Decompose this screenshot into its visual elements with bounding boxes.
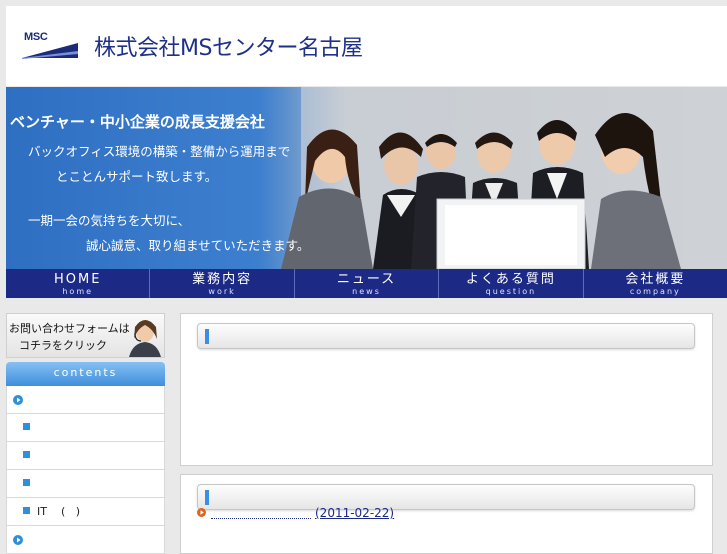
nav-question-sub: question (485, 287, 537, 296)
nav-company-label: 会社概要 (625, 272, 686, 287)
nav-question[interactable]: よくある質問 question (439, 269, 584, 298)
contact-form-banner[interactable]: お問い合わせフォームは コチラをクリック (6, 313, 165, 358)
hero-title: ベンチャー・中小企業の成長支援会社 (10, 113, 265, 131)
nav-work[interactable]: 業務内容 work (150, 269, 295, 298)
title-accent-bar (205, 329, 209, 344)
news-date[interactable]: (2011-02-22) (315, 506, 394, 520)
nav-home-sub: home (62, 287, 94, 296)
sidebar-item-2[interactable] (6, 414, 165, 442)
hero-line-4: 誠心誠意、取り組ませていただきます。 (86, 238, 310, 253)
circle-arrow-icon (197, 508, 206, 517)
nav-work-label: 業務内容 (192, 272, 253, 287)
nav-question-label: よくある質問 (465, 272, 556, 287)
sidebar-item-4[interactable] (6, 470, 165, 498)
nav-company-sub: company (629, 287, 681, 296)
square-bullet-icon (23, 507, 30, 514)
hero-line-3: 一期一会の気持ちを大切に、 (28, 213, 191, 228)
contact-line-2: コチラをクリック (19, 339, 107, 352)
main-panel-top (180, 313, 713, 466)
sidebar-item-label: IT ( ) (37, 505, 81, 518)
hero-banner: ベンチャー・中小企業の成長支援会社 バックオフィス環境の構築・整備から運用まで … (6, 87, 727, 269)
square-bullet-icon (23, 423, 30, 430)
square-bullet-icon (23, 451, 30, 458)
nav-news[interactable]: ニュース news (295, 269, 440, 298)
sidebar: お問い合わせフォームは コチラをクリック contents IT () (6, 313, 165, 554)
site-header: MSC 株式会社MSセンター名古屋 (6, 6, 727, 86)
sidebar-item-3[interactable] (6, 442, 165, 470)
news-panel: (2011-02-22) (180, 474, 713, 554)
nav-home[interactable]: HOME home (6, 269, 151, 298)
news-link[interactable] (211, 507, 311, 519)
operator-headset-icon (129, 320, 161, 357)
section-title-bar (197, 323, 695, 349)
title-accent-bar (205, 490, 209, 505)
square-bullet-icon (23, 479, 30, 486)
company-name: 株式会社MSセンター名古屋 (94, 36, 363, 61)
company-logo[interactable]: MSC (22, 31, 78, 59)
nav-company[interactable]: 会社概要 company (584, 269, 727, 298)
hero-line-1: バックオフィス環境の構築・整備から運用まで (28, 144, 291, 159)
contents-header: contents (6, 362, 165, 386)
circle-arrow-icon (13, 535, 23, 545)
main-nav: HOME home 業務内容 work ニュース news よくある質問 que… (6, 269, 727, 298)
circle-arrow-icon (13, 395, 23, 405)
contact-line-1: お問い合わせフォームは (9, 322, 130, 335)
hero-line-2: とことんサポート致します。 (56, 169, 218, 184)
logo-text: MSC (24, 31, 48, 43)
nav-work-sub: work (208, 287, 236, 296)
nav-home-label: HOME (53, 272, 102, 287)
nav-news-label: ニュース (336, 272, 397, 287)
sidebar-item-it[interactable]: IT ( ) (6, 498, 165, 526)
sidebar-item-6[interactable] (6, 526, 165, 554)
nav-news-sub: news (352, 287, 381, 296)
page: MSC 株式会社MSセンター名古屋 ベンチャー・中小企業の成長支援会社 バックオ… (0, 0, 727, 554)
sidebar-item-1[interactable] (6, 386, 165, 414)
hero-photo (261, 87, 727, 269)
